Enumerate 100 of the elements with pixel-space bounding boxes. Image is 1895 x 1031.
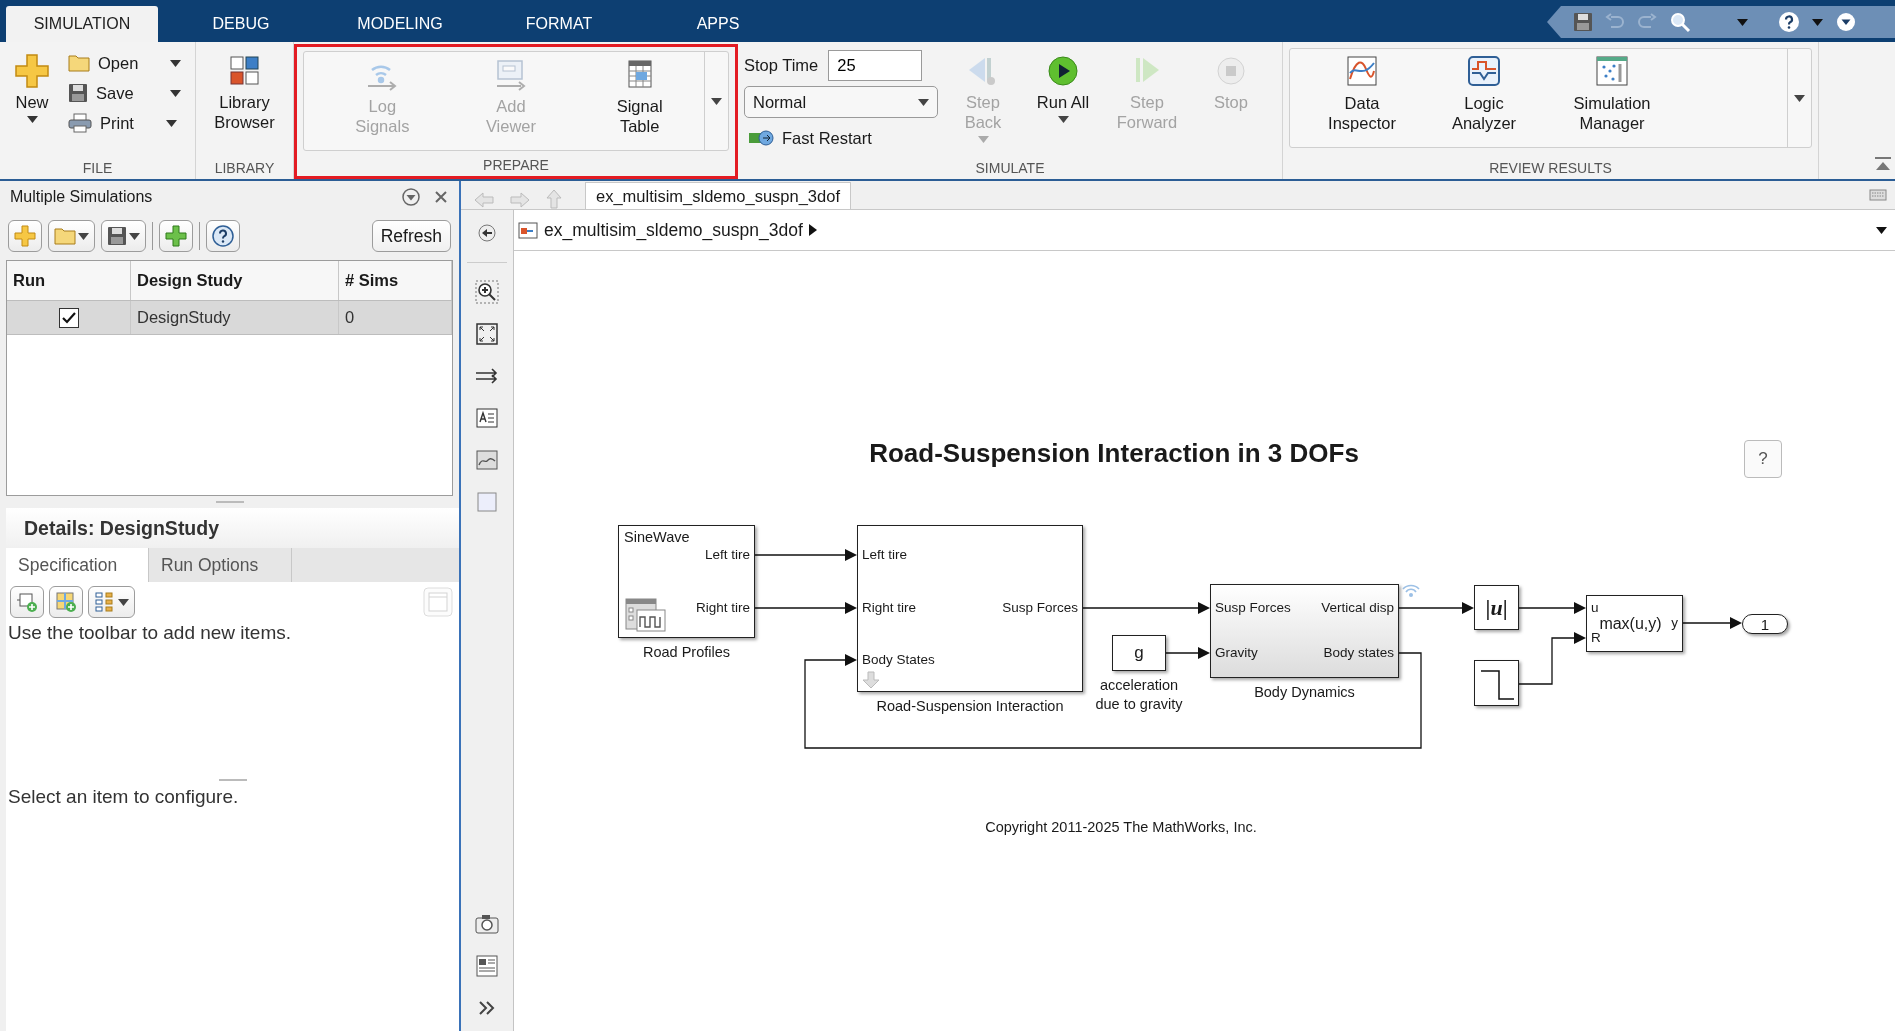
add-button[interactable] xyxy=(159,220,193,252)
layout-button[interactable] xyxy=(88,586,135,618)
step-block[interactable] xyxy=(1474,660,1519,706)
review-button[interactable]: Logic Analyzer xyxy=(1436,49,1532,147)
column-header[interactable]: Run xyxy=(7,261,131,300)
constant-block[interactable]: g xyxy=(1112,635,1166,671)
caret-icon xyxy=(78,232,89,240)
help-icon xyxy=(212,225,234,247)
model-icon xyxy=(518,220,538,240)
folder-icon xyxy=(54,227,76,245)
block-label: Road-Suspension Interaction xyxy=(876,697,1064,716)
diagram-title: Road-Suspension Interaction in 3 DOFs xyxy=(869,438,1359,469)
stop-time-field[interactable]: 25 xyxy=(828,50,923,81)
breadcrumb[interactable]: ex_multisim_sldemo_suspn_3dof xyxy=(518,219,817,241)
grid-plus-icon xyxy=(55,591,77,613)
subsystem-block[interactable]: Left tire Right tire Body States Susp Forces xyxy=(857,525,1083,692)
open-button[interactable] xyxy=(48,220,95,252)
caret-icon xyxy=(129,232,140,240)
help-button[interactable]: ? xyxy=(1744,440,1782,478)
outport-block[interactable]: 1 xyxy=(1742,614,1788,634)
search-icon[interactable] xyxy=(1669,11,1691,33)
caret-icon xyxy=(1057,116,1069,123)
caret-icon xyxy=(170,59,182,67)
ribbon-tab[interactable]: FORMAT xyxy=(483,6,635,42)
refresh-button[interactable]: Refresh xyxy=(371,220,451,252)
waveform-icon xyxy=(1466,55,1502,89)
check-icon xyxy=(61,311,76,324)
copyright-text: Copyright 2011-2025 The MathWorks, Inc. xyxy=(985,819,1257,835)
back-icon xyxy=(477,223,497,243)
folder-icon xyxy=(68,54,90,72)
property-inspector-icon xyxy=(474,953,500,979)
palette-button[interactable] xyxy=(473,953,501,979)
palette-button[interactable] xyxy=(473,279,501,305)
scatter-grid-icon xyxy=(1594,55,1630,89)
assertion-block[interactable]: u R max(u,y) y xyxy=(1586,595,1683,652)
library-browser-button[interactable]: Library Browser xyxy=(202,48,287,132)
table-row[interactable]: DesignStudy 0 xyxy=(7,301,452,335)
fit-view-icon xyxy=(474,321,500,347)
list-icon xyxy=(94,591,116,613)
plus-icon xyxy=(14,225,36,247)
port-label: Left tire xyxy=(862,547,908,563)
save-button[interactable]: Save xyxy=(64,78,186,108)
table-cell: DesignStudy xyxy=(131,301,339,334)
ribbon-tab[interactable]: SIMULATION xyxy=(6,6,158,42)
signal-editor-block[interactable]: SineWave Left tire Right tire xyxy=(618,525,755,638)
checkbox[interactable] xyxy=(58,307,79,328)
abs-block[interactable]: |u| xyxy=(1474,585,1519,630)
column-header[interactable]: # Sims xyxy=(339,261,452,300)
port-label: Right tire xyxy=(862,600,917,616)
caret-icon xyxy=(1812,18,1823,26)
fast-restart-button[interactable]: Fast Restart xyxy=(744,123,938,153)
block-label: acceleration due to gravity xyxy=(1094,676,1184,714)
simulation-mode-dropdown[interactable]: Normal xyxy=(744,86,938,118)
prepare-button[interactable]: Signal Table xyxy=(597,52,682,150)
open-button[interactable]: Open xyxy=(64,48,186,78)
panel-menu-icon[interactable] xyxy=(401,186,421,207)
ribbon-tab[interactable]: APPS xyxy=(642,6,794,42)
tab[interactable]: Specification xyxy=(6,548,149,582)
save-button[interactable] xyxy=(101,220,146,252)
palette-button[interactable] xyxy=(473,321,501,347)
print-button[interactable]: Print xyxy=(64,108,186,138)
caret-icon xyxy=(118,598,129,606)
table-cell: 0 xyxy=(339,301,452,334)
scenario-label: SineWave xyxy=(624,529,690,545)
new-study-button[interactable] xyxy=(8,220,42,252)
chart-icon xyxy=(1344,55,1380,89)
panel-title: Multiple Simulations xyxy=(10,187,154,206)
port-label: Body States xyxy=(862,652,935,668)
simulate-button[interactable]: Run All xyxy=(1028,48,1098,123)
expand-icon xyxy=(808,224,817,236)
fast-restart-icon xyxy=(748,129,774,147)
caret-icon xyxy=(165,119,177,127)
caret-icon xyxy=(977,136,989,143)
collapse-icon[interactable] xyxy=(1875,157,1891,171)
signal-line xyxy=(1518,602,1586,614)
ribbon-tab[interactable]: DEBUG xyxy=(165,6,317,42)
new-button[interactable]: New xyxy=(6,48,58,123)
port-label: Vertical disp xyxy=(1321,600,1394,616)
logging-icon xyxy=(1402,584,1420,597)
caret-icon xyxy=(1737,18,1748,26)
help-button[interactable] xyxy=(206,220,240,252)
caret-icon xyxy=(169,89,181,97)
block-label: Body Dynamics xyxy=(1254,683,1355,702)
hint-text: Select an item to configure. xyxy=(7,786,240,808)
port-label: Left tire xyxy=(704,547,750,563)
add-block-button[interactable] xyxy=(10,586,44,618)
hint-text: Use the toolbar to add new items. xyxy=(7,622,293,644)
add-grid-button[interactable] xyxy=(49,586,83,618)
help-icon[interactable] xyxy=(1778,11,1800,33)
column-header[interactable]: Design Study xyxy=(131,261,339,300)
review-button[interactable]: Data Inspector xyxy=(1314,49,1410,147)
ribbon-tab[interactable]: MODELING xyxy=(324,6,476,42)
plus-icon xyxy=(165,225,187,247)
subsystem-block[interactable]: Susp Forces Gravity Vertical disp Body states xyxy=(1210,584,1399,678)
close-icon[interactable] xyxy=(433,188,449,205)
palette-button[interactable] xyxy=(473,405,501,431)
minimize-icon[interactable] xyxy=(1835,11,1857,33)
signal-line xyxy=(1682,617,1742,629)
model-tab[interactable]: ex_multisim_sldemo_suspn_3dof xyxy=(585,182,851,209)
review-button[interactable]: Simulation Manager xyxy=(1558,49,1666,147)
